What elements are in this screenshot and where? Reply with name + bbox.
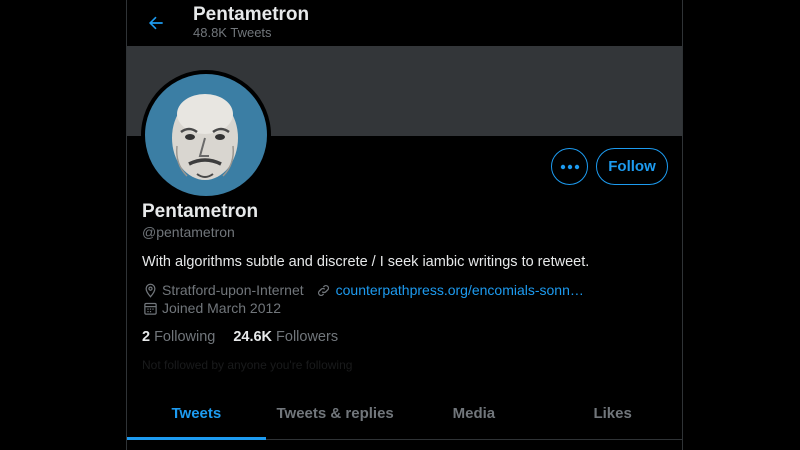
- followers-count: 24.6K: [233, 329, 273, 345]
- display-name: Pentametron: [142, 201, 259, 222]
- link-icon: [316, 282, 332, 298]
- followers-label: Followers: [276, 329, 339, 345]
- profile-tabs: Tweets Tweets & replies Media Likes: [127, 388, 682, 440]
- profile-header: Pentametron 48.8K Tweets: [127, 0, 682, 46]
- joined-date: Joined March 2012: [162, 300, 282, 316]
- arrow-left-icon: [148, 16, 163, 30]
- followed-by-note: Not followed by anyone you're following: [142, 358, 353, 372]
- calendar-icon: [142, 300, 158, 316]
- user-handle: @pentametron: [142, 224, 235, 240]
- website-link[interactable]: counterpathpress.org/encomials-sonn…: [336, 282, 584, 298]
- follow-button[interactable]: Follow: [596, 148, 668, 185]
- location-text: Stratford-upon-Internet: [162, 282, 304, 298]
- avatar[interactable]: [141, 70, 271, 200]
- header-title: Pentametron: [193, 4, 310, 25]
- followers-link[interactable]: 24.6K Followers: [233, 329, 338, 345]
- following-link[interactable]: 2 Following: [142, 329, 215, 345]
- follow-stats: 2 Following 24.6K Followers: [142, 329, 338, 345]
- profile-column: Pentametron 48.8K Tweets Follow Pentamet…: [126, 0, 683, 450]
- tab-tweets-and-replies[interactable]: Tweets & replies: [266, 388, 405, 439]
- tab-likes[interactable]: Likes: [543, 388, 682, 439]
- ellipsis-icon: [560, 164, 579, 169]
- profile-meta-row: Stratford-upon-Internet counterpathpress…: [142, 282, 584, 298]
- tab-tweets[interactable]: Tweets: [127, 388, 266, 440]
- tab-media[interactable]: Media: [405, 388, 544, 439]
- bio: With algorithms subtle and discrete / I …: [142, 254, 590, 270]
- profile-meta-row-joined: Joined March 2012: [142, 300, 281, 316]
- following-count: 2: [142, 329, 151, 345]
- following-label: Following: [154, 329, 216, 345]
- shakespeare-portrait-icon: [172, 94, 238, 180]
- more-options-button[interactable]: [551, 148, 588, 185]
- tweet-count: 48.8K Tweets: [193, 25, 272, 40]
- location-pin-icon: [142, 282, 158, 298]
- back-button[interactable]: [141, 8, 171, 38]
- avatar-image: [145, 74, 267, 196]
